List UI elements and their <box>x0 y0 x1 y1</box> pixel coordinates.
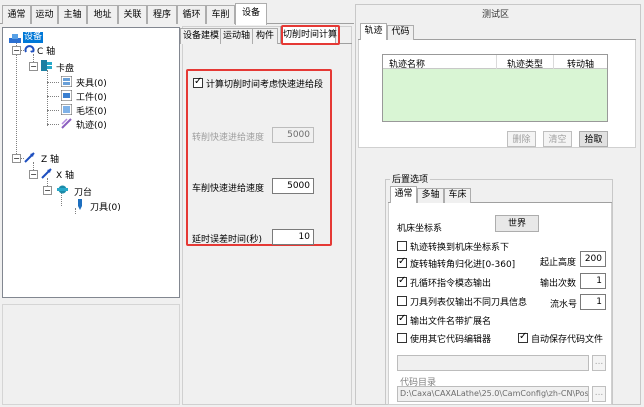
tab-multi-axis[interactable]: 多轴 <box>417 188 444 203</box>
tree-item-blank[interactable]: 毛坯(0) <box>76 104 107 117</box>
rapid-rotary-input[interactable]: 5000 <box>272 127 314 143</box>
opt-other-editor-checkbox[interactable] <box>397 333 407 343</box>
tab-address[interactable]: 地址 <box>87 5 118 24</box>
start-height-input[interactable]: 200 <box>580 251 606 267</box>
delay-time-input[interactable]: 10 <box>272 229 314 245</box>
tree-item-z-axis[interactable]: Z 轴 <box>41 152 59 165</box>
tree-item-tool[interactable]: 刀具(0) <box>90 200 121 213</box>
tab-post-general[interactable]: 通常 <box>390 186 417 203</box>
serial-number-input[interactable]: 1 <box>580 294 606 310</box>
opt-autosave-label: 自动保存代码文件 <box>531 335 604 345</box>
tab-cycle[interactable]: 循环 <box>177 5 206 24</box>
linear-axis-icon <box>41 168 52 179</box>
code-dir-input[interactable]: D:\Caxa\CAXALathe\25.0\CamConfig\zh-CN\P… <box>397 386 589 402</box>
delay-time-label: 延时误差时间(秒) <box>192 235 263 245</box>
tab-motion[interactable]: 运动 <box>31 5 58 24</box>
test-tab-bar: 轨迹 代码 <box>358 22 636 40</box>
include-rapid-label: 计算切削时间考虑快速进给段 <box>206 80 324 90</box>
collapse-icon[interactable]: − <box>43 186 52 195</box>
col-rotary-axis[interactable]: 转动轴 <box>567 57 594 70</box>
opt-filename-ext-label: 输出文件名带扩展名 <box>410 317 492 327</box>
machine-coord-label: 机床坐标系 <box>397 224 443 234</box>
rapid-turning-label: 车削快速进给速度 <box>192 184 265 194</box>
post-options-title: 后置选项 <box>390 172 431 185</box>
opt-transform-machine-label: 轨迹转换到机床坐标系下 <box>410 243 510 253</box>
tree-item-chuck[interactable]: 卡盘 <box>56 61 74 74</box>
opt-tool-list-unique-checkbox[interactable] <box>397 296 407 306</box>
editor-path-input[interactable] <box>397 355 589 371</box>
editor-browse-button[interactable]: ... <box>592 355 606 371</box>
fixture-icon <box>60 75 73 88</box>
opt-normalize-angle-checkbox[interactable] <box>397 256 407 268</box>
workpiece-icon <box>60 89 73 102</box>
tool-icon <box>75 199 86 210</box>
linear-axis-icon <box>24 152 35 163</box>
collapse-icon[interactable]: − <box>12 46 21 55</box>
tab-component[interactable]: 构件 <box>252 28 278 44</box>
output-count-input[interactable]: 1 <box>580 273 606 289</box>
opt-other-editor-label: 使用其它代码编辑器 <box>410 335 492 345</box>
tree-item-x-axis[interactable]: X 轴 <box>56 168 74 181</box>
collapse-icon[interactable]: − <box>29 170 38 179</box>
opt-hole-cycle-modal-label: 孔循环指令模态输出 <box>410 279 492 289</box>
world-coord-button[interactable]: 世界 <box>495 215 539 232</box>
tab-device-modeling[interactable]: 设备建模 <box>180 28 221 44</box>
chuck-icon <box>41 60 52 71</box>
start-height-label: 起止高度 <box>540 258 577 268</box>
tab-code[interactable]: 代码 <box>387 25 414 40</box>
tree-item-fixture[interactable]: 夹具(0) <box>76 76 107 89</box>
trajectory-icon <box>61 118 72 129</box>
collapse-icon[interactable]: − <box>12 154 21 163</box>
left-lower-panel <box>2 304 180 405</box>
tab-general[interactable]: 通常 <box>2 5 31 24</box>
opt-autosave-checkbox[interactable] <box>518 331 528 343</box>
tree-item-trajectory[interactable]: 轨迹(0) <box>76 118 107 131</box>
serial-number-label: 流水号 <box>550 300 578 310</box>
col-trajectory-name[interactable]: 轨迹名称 <box>389 57 425 70</box>
turret-icon <box>57 184 68 195</box>
highlight-box <box>186 69 332 246</box>
tree-item-workpiece[interactable]: 工件(0) <box>76 90 107 103</box>
collapse-icon[interactable]: − <box>29 62 38 71</box>
clear-button[interactable]: 清空 <box>543 131 572 147</box>
rapid-rotary-label: 转削快速进给速度 <box>192 133 265 143</box>
opt-hole-cycle-modal-checkbox[interactable] <box>397 275 407 287</box>
code-dir-browse-button[interactable]: ... <box>592 386 606 402</box>
delete-button[interactable]: 删除 <box>507 131 536 147</box>
device-tree[interactable]: 设备 − C 轴 − 卡盘 夹具(0) 工件(0) 毛坯(0) 轨迹(0) − … <box>2 27 180 298</box>
opt-filename-ext-checkbox[interactable] <box>397 313 407 325</box>
tab-spindle[interactable]: 主轴 <box>58 5 87 24</box>
post-options-tab-bar: 通常 多轴 车床 <box>388 186 612 203</box>
output-count-label: 输出次数 <box>540 279 577 289</box>
tab-turning[interactable]: 车削 <box>206 5 235 24</box>
tree-item-c-axis[interactable]: C 轴 <box>37 44 55 57</box>
rapid-turning-input[interactable]: 5000 <box>272 178 314 194</box>
include-rapid-checkbox[interactable] <box>193 76 203 88</box>
test-area-title: 测试区 <box>482 10 510 20</box>
opt-transform-machine-checkbox[interactable] <box>397 241 407 251</box>
rotary-axis-icon <box>24 44 35 55</box>
opt-normalize-angle-label: 旋转轴转角归化进[0-360] <box>410 260 516 270</box>
tab-trajectory[interactable]: 轨迹 <box>360 23 387 40</box>
col-trajectory-type[interactable]: 轨迹类型 <box>507 57 543 70</box>
tree-item-device[interactable]: 设备 <box>23 32 44 43</box>
top-tab-bar: 通常 运动 主轴 地址 关联 程序 循环 车削 设备 <box>0 0 354 25</box>
pickup-button[interactable]: 拾取 <box>579 131 608 147</box>
tab-device[interactable]: 设备 <box>235 3 267 25</box>
blank-icon <box>60 103 73 116</box>
tab-association[interactable]: 关联 <box>118 5 147 24</box>
device-icon <box>9 33 21 44</box>
trajectory-table[interactable]: 轨迹名称 轨迹类型 转动轴 <box>382 54 608 122</box>
tab-program[interactable]: 程序 <box>147 5 177 24</box>
highlight-box <box>281 25 340 45</box>
tree-item-turret[interactable]: 刀台 <box>74 185 92 198</box>
tab-motion-axis[interactable]: 运动轴 <box>220 28 253 44</box>
tab-lathe[interactable]: 车床 <box>444 188 471 203</box>
opt-tool-list-unique-label: 刀具列表仅输出不同刀具信息 <box>410 298 528 308</box>
